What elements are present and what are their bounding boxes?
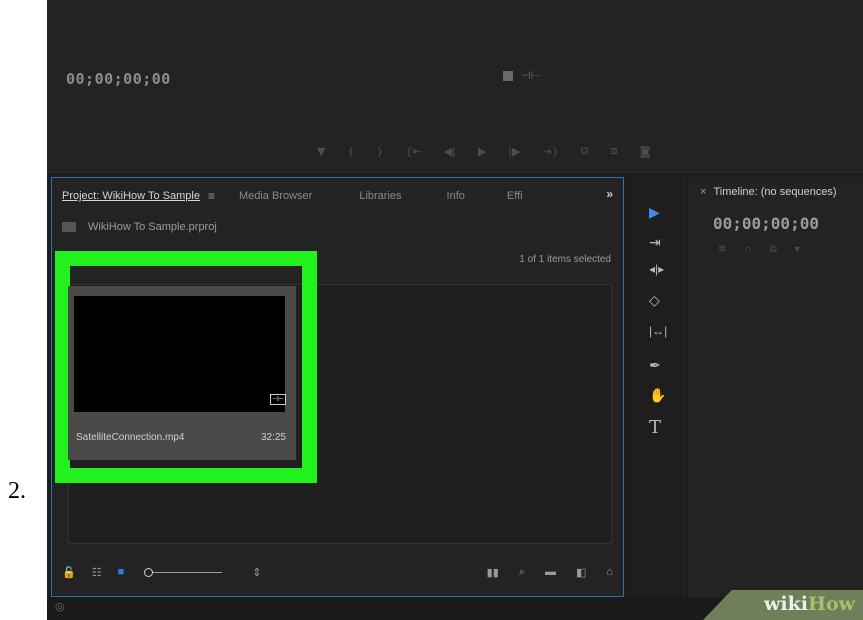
find-icon[interactable]: ⌕	[519, 566, 525, 579]
square-icon	[503, 71, 513, 82]
step-number: 2.	[8, 478, 26, 504]
project-panel: Project: WikiHow To Sample ≡ Media Brows…	[51, 177, 624, 597]
track-select-tool-icon[interactable]: ⇥	[649, 234, 661, 251]
sort-icon[interactable]: ⇕	[252, 566, 261, 579]
zoom-slider[interactable]	[144, 567, 223, 577]
selection-tool-icon[interactable]: ▶	[649, 204, 660, 221]
trim-icon: ⊣⊢	[521, 70, 541, 82]
media-clip-tile[interactable]: ⊣⊢ SatelliteConnection.mp4 32:25	[68, 286, 296, 460]
new-item-icon[interactable]: ◧	[576, 566, 586, 579]
trash-icon[interactable]: ⌂	[606, 566, 613, 578]
automate-icon[interactable]: ▮▮	[487, 566, 499, 579]
monitor-safe-margins[interactable]: ⊣⊢	[503, 69, 540, 82]
pen-tool-icon[interactable]: ✒	[649, 357, 661, 374]
go-to-out-icon[interactable]: ⇥}	[543, 145, 559, 158]
camera-icon[interactable]: ◙	[640, 145, 651, 158]
type-tool-icon[interactable]: T	[649, 417, 661, 438]
nest-icon[interactable]: ✲	[718, 244, 726, 255]
add-marker-icon[interactable]: ▾	[795, 244, 800, 255]
clip-thumbnail[interactable]	[74, 296, 285, 412]
project-file-name: WikiHow To Sample.prproj	[88, 221, 217, 233]
program-monitor: 00;00;00;00 ⊣⊢ ▼ { } {⇤ ◀| ▶ |▶ ⇥} ⧉ ⧈ ◙	[47, 0, 863, 173]
status-icon: ◎	[55, 601, 65, 613]
more-tabs-icon[interactable]: »	[606, 187, 613, 201]
timeline-timecode[interactable]: 00;00;00;00	[713, 214, 819, 233]
linked-selection-icon[interactable]: ⧉	[770, 244, 777, 255]
tab-libraries[interactable]: Libraries	[359, 190, 401, 202]
tab-info[interactable]: Info	[447, 190, 465, 202]
transport-controls: ▼ { } {⇤ ◀| ▶ |▶ ⇥} ⧉ ⧈ ◙	[317, 143, 650, 159]
video-clip-icon: ⊣⊢	[270, 394, 286, 405]
razor-tool-icon[interactable]: ◇	[649, 292, 660, 309]
hand-tool-icon[interactable]: ✋	[649, 387, 666, 404]
overwrite-icon[interactable]: ⧈	[611, 144, 618, 158]
watermark-how: How	[808, 593, 855, 615]
snap-icon[interactable]: ∩	[744, 244, 751, 255]
ripple-edit-tool-icon[interactable]: ◂|▸	[649, 262, 664, 276]
step-back-icon[interactable]: ◀|	[444, 145, 456, 158]
tab-project[interactable]: Project: WikiHow To Sample	[62, 190, 200, 202]
step-forward-icon[interactable]: |▶	[508, 145, 520, 158]
panel-tabs: Project: WikiHow To Sample ≡ Media Brows…	[62, 187, 615, 205]
mark-out-icon[interactable]: }	[376, 145, 383, 158]
icon-view-icon[interactable]: ■	[118, 566, 125, 578]
go-to-in-icon[interactable]: {⇤	[405, 145, 421, 158]
project-file-row: WikiHow To Sample.prproj	[62, 221, 217, 233]
panel-footer: 🔓 ☷ ■ ⇕ ▮▮ ⌕ ▬ ◧ ⌂	[62, 562, 613, 582]
tab-effects[interactable]: Effi	[507, 190, 523, 202]
clip-name: SatelliteConnection.mp4	[76, 432, 185, 443]
monitor-timecode[interactable]: 00;00;00;00	[66, 70, 171, 88]
mark-in-icon[interactable]: {	[347, 145, 354, 158]
tools-panel: ▶ ⇥ ◂|▸ ◇ |↔| ✒ ✋ T	[633, 177, 684, 597]
play-icon[interactable]: ▶	[478, 145, 486, 158]
panel-menu-icon[interactable]: ≡	[208, 189, 215, 203]
timeline-toolbar: ✲ ∩ ⧉ ▾	[718, 244, 800, 255]
premiere-window: 00;00;00;00 ⊣⊢ ▼ { } {⇤ ◀| ▶ |▶ ⇥} ⧉ ⧈ ◙…	[47, 0, 863, 620]
timeline-title: × Timeline: (no sequences)	[700, 186, 837, 198]
clip-duration: 32:25	[260, 432, 286, 443]
add-marker-icon[interactable]: ▼	[317, 145, 325, 158]
slip-tool-icon[interactable]: |↔|	[649, 324, 667, 338]
watermark-wiki: wiki	[764, 593, 809, 615]
project-file-icon	[62, 222, 76, 232]
items-selected-count: 1 of 1 items selected	[519, 254, 611, 265]
timeline-title-text[interactable]: Timeline: (no sequences)	[714, 186, 837, 198]
insert-icon[interactable]: ⧉	[581, 144, 589, 158]
lock-icon[interactable]: 🔓	[62, 566, 76, 579]
tab-media-browser[interactable]: Media Browser	[239, 190, 312, 202]
list-view-icon[interactable]: ☷	[92, 566, 102, 579]
timeline-panel: × Timeline: (no sequences) 00;00;00;00 ✲…	[688, 177, 863, 597]
new-bin-icon[interactable]: ▬	[545, 566, 556, 578]
close-icon[interactable]: ×	[700, 186, 706, 198]
